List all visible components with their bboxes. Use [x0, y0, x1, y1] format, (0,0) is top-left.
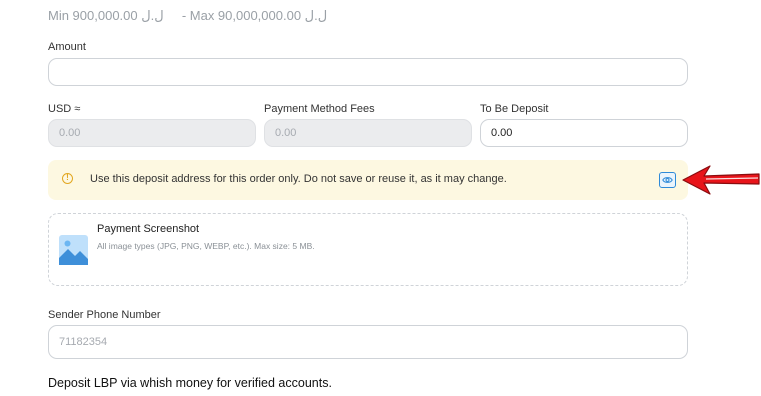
- to-be-deposit-label: To Be Deposit: [480, 103, 549, 115]
- deposit-instructions: Deposit LBP via whish money for verified…: [48, 376, 332, 390]
- fees-field: [264, 119, 472, 147]
- usd-label: USD ≈: [48, 103, 81, 115]
- upload-hint: All image types (JPG, PNG, WEBP, etc.). …: [97, 241, 315, 251]
- deposit-form: Min 900,000.00 ل.ل - Max 90,000,000.00 ل…: [0, 0, 761, 396]
- show-address-button[interactable]: [659, 172, 676, 188]
- min-limit: Min 900,000.00 ل.ل: [48, 8, 164, 23]
- upload-title: Payment Screenshot: [97, 223, 200, 235]
- usd-field: [48, 119, 256, 147]
- info-circle-icon: !: [62, 173, 73, 184]
- fees-label: Payment Method Fees: [264, 103, 375, 115]
- sender-phone-label: Sender Phone Number: [48, 309, 161, 321]
- deposit-limits: Min 900,000.00 ل.ل - Max 90,000,000.00 ل…: [48, 8, 327, 24]
- payment-screenshot-upload[interactable]: Payment Screenshot All image types (JPG,…: [48, 213, 688, 286]
- sender-phone-input[interactable]: [48, 325, 688, 359]
- to-be-deposit-field[interactable]: [480, 119, 688, 147]
- amount-input[interactable]: [48, 58, 688, 86]
- max-limit: - Max 90,000,000.00 ل.ل: [181, 8, 328, 23]
- notice-text: Use this deposit address for this order …: [90, 173, 507, 185]
- deposit-address-notice: ! Use this deposit address for this orde…: [48, 160, 688, 200]
- image-icon: [59, 235, 88, 265]
- amount-label: Amount: [48, 41, 86, 53]
- eye-icon: [662, 177, 673, 183]
- red-arrow-icon: [682, 165, 760, 195]
